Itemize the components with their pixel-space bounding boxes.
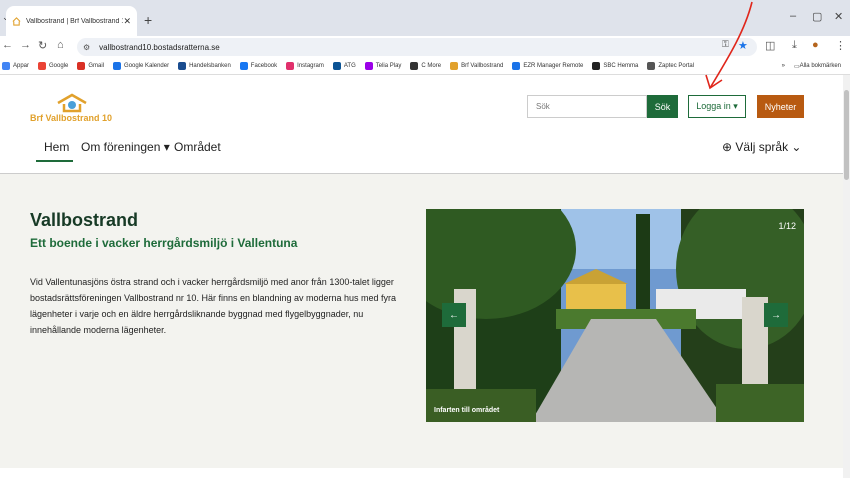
maximize-icon[interactable]: ▢ (812, 10, 822, 23)
active-nav-indicator (36, 160, 73, 162)
site-favicon-icon (12, 16, 21, 26)
carousel-prev-button[interactable]: ← (442, 303, 466, 327)
all-bookmarks-folder[interactable]: ▭ Alla bokmärken (794, 63, 841, 70)
bookmarks-overflow-icon[interactable]: » (782, 63, 785, 69)
bookmark-favicon-icon (647, 62, 656, 70)
globe-icon: ⊕ (722, 140, 733, 154)
reload-icon[interactable]: ↻ (38, 39, 47, 52)
search-button[interactable]: Sök (647, 95, 678, 118)
bookmark-favicon-icon (2, 62, 10, 70)
bookmark-item[interactable]: Appar (2, 62, 29, 70)
profile-avatar[interactable]: ● (812, 39, 819, 51)
new-tab-button[interactable]: + (144, 12, 152, 28)
logo-text: Brf Vallbostrand 10 (30, 113, 113, 123)
bookmark-item[interactable]: C More (410, 62, 441, 70)
bookmark-favicon-icon (286, 62, 295, 70)
bookmark-label: EZR Manager Remote (523, 63, 584, 69)
site-info-icon[interactable]: ⚙ (83, 43, 90, 52)
tab-close-icon[interactable]: ✕ (123, 16, 131, 27)
bookmark-item[interactable]: Handelsbanken (178, 62, 231, 70)
bookmark-item[interactable]: Facebook (239, 62, 278, 70)
bookmark-item[interactable]: SBC Hemma (592, 62, 638, 70)
carousel-photo (426, 209, 804, 422)
bookmark-label: Instagram (297, 63, 324, 69)
bookmark-favicon-icon (450, 62, 459, 70)
bookmark-favicon-icon (364, 62, 373, 70)
site-logo[interactable]: Brf Vallbostrand 10 (30, 93, 130, 129)
tab-title: Vallbostrand | Brf Vallbostrand 10 (26, 17, 124, 25)
forward-icon[interactable]: → (20, 39, 31, 51)
carousel-next-button[interactable]: → (764, 303, 788, 327)
bookmark-item[interactable]: Brf Vallbostrand (450, 62, 503, 70)
nav-item-area[interactable]: Området (174, 140, 221, 154)
bookmark-favicon-icon (512, 62, 521, 70)
bookmark-favicon-icon (178, 62, 187, 70)
bookmark-label: Brf Vallbostrand (461, 63, 504, 69)
bookmark-label: ATG (343, 63, 356, 69)
bookmark-label: SBC Hemma (603, 63, 639, 69)
house-logo-icon (57, 93, 87, 113)
bookmark-favicon-icon (410, 62, 419, 70)
url-field[interactable]: ⚙ vallbostrand10.bostadsratterna.se (77, 38, 757, 56)
website: Brf Vallbostrand 10 Sök Sök Logga in ▾ N… (0, 75, 850, 478)
browser-tab[interactable]: Vallbostrand | Brf Vallbostrand 10 ✕ (6, 6, 137, 36)
nav-item-home[interactable]: Hem (44, 140, 69, 154)
language-label: Välj språk ⌄ (735, 140, 802, 154)
bookmark-favicon-icon (77, 62, 86, 70)
slide-caption: Infarten till området (434, 407, 500, 414)
slide-counter: 1/12 (778, 221, 796, 231)
language-selector[interactable]: ⊕ Välj språk ⌄ (722, 140, 801, 154)
bookmark-item[interactable]: ATG (332, 62, 356, 70)
home-icon[interactable]: ⌂ (57, 39, 64, 51)
bookmark-item[interactable]: Instagram (286, 62, 324, 70)
bookmark-label: Handelsbanken (189, 63, 231, 69)
bookmark-label: Zaptec Portal (658, 63, 695, 69)
bookmark-item[interactable]: Google (38, 62, 68, 70)
bookmark-item[interactable]: Google Kalender (113, 62, 169, 70)
bookmark-label: Telia Play (375, 63, 402, 69)
bookmark-favicon-icon (113, 62, 122, 70)
url-text: vallbostrand10.bostadsratterna.se (99, 42, 220, 52)
nav-item-about[interactable]: Om föreningen ▾ (81, 140, 170, 154)
bookmark-label: Facebook (250, 63, 278, 69)
hero-body-text: Vid Vallentunasjöns östra strand och i v… (30, 277, 397, 335)
download-icon[interactable]: ⤓ (792, 39, 797, 52)
minimize-icon[interactable]: – (790, 10, 796, 22)
image-carousel[interactable]: 1/12 Infarten till området ← → (426, 209, 804, 422)
bookmark-favicon-icon (592, 62, 601, 70)
hero-title: Vallbostrand (30, 210, 139, 230)
hero-subtitle: Ett boende i vacker herrgårdsmiljö i Val… (30, 236, 298, 250)
bookmark-item[interactable]: Gmail (77, 62, 104, 70)
window-close-icon[interactable]: ✕ (834, 10, 843, 23)
scrollbar-thumb[interactable] (844, 90, 849, 180)
search-input[interactable]: Sök (527, 95, 647, 118)
bookmark-label: Gmail (88, 63, 105, 69)
bookmark-item[interactable]: Telia Play (364, 62, 402, 70)
back-icon[interactable]: ← (2, 39, 13, 51)
hero-section: Vallbostrand Ett boende i vacker herrgår… (0, 174, 850, 468)
bookmark-label: Google (49, 63, 69, 69)
menu-icon[interactable]: ⋮ (835, 39, 846, 52)
bookmark-favicon-icon (38, 62, 47, 70)
bookmark-label: Google Kalender (124, 63, 170, 69)
bookmark-label: Appar (13, 63, 30, 69)
bookmark-item[interactable]: Zaptec Portal (647, 62, 694, 70)
all-bookmarks-label: Alla bokmärken (799, 63, 841, 69)
annotation-arrow (705, 1, 753, 90)
bookmark-favicon-icon (239, 62, 248, 70)
bookmark-label: C More (421, 63, 442, 69)
bookmark-item[interactable]: EZR Manager Remote (512, 62, 583, 70)
bookmark-favicon-icon (332, 62, 341, 70)
